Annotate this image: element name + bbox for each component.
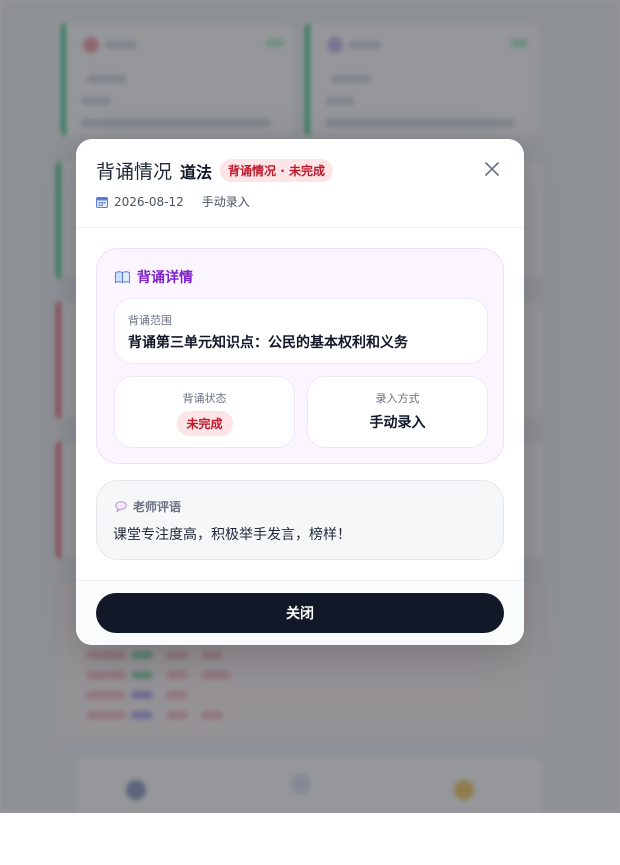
speech-bubble-icon — [115, 501, 127, 512]
recitation-detail-modal: 背诵情况 道法 背诵情况 · 未完成 2026-08-12 手动录入 背诵详情 … — [76, 139, 524, 645]
subject-name: 道法 — [180, 162, 213, 182]
recitation-range-card: 背诵范围 背诵第三单元知识点：公民的基本权利和义务 — [114, 298, 488, 364]
teacher-comment-section: 老师评语 课堂专注度高，积极举手发言，榜样！ — [96, 480, 504, 560]
close-icon — [485, 162, 499, 176]
entry-method-card: 录入方式 手动录入 — [307, 376, 488, 448]
modal-title: 背诵情况 — [96, 161, 173, 183]
status-label: 背诵状态 — [182, 392, 227, 405]
method-label: 录入方式 — [375, 392, 420, 405]
recitation-detail-section: 背诵详情 背诵范围 背诵第三单元知识点：公民的基本权利和义务 背诵状态 未完成 … — [96, 248, 504, 464]
calendar-icon — [96, 196, 108, 208]
meta-row: 2026-08-12 手动录入 — [96, 193, 250, 210]
entry-mode: 手动录入 — [201, 195, 250, 209]
status-badge: 背诵情况 · 未完成 — [220, 159, 333, 182]
method-value: 手动录入 — [369, 415, 426, 431]
comment-title: 老师评语 — [133, 500, 182, 514]
status-value-badge: 未完成 — [176, 411, 233, 436]
close-button[interactable] — [482, 159, 502, 179]
close-modal-button[interactable]: 关闭 — [96, 593, 504, 633]
book-icon — [115, 271, 130, 283]
range-label: 背诵范围 — [128, 314, 172, 327]
range-value: 背诵第三单元知识点：公民的基本权利和义务 — [128, 335, 408, 351]
status-card: 背诵状态 未完成 — [114, 376, 295, 448]
section-title: 背诵详情 — [137, 270, 193, 286]
section-header: 背诵详情 — [115, 267, 193, 287]
record-date: 2026-08-12 — [114, 194, 184, 209]
comment-header: 老师评语 — [115, 498, 181, 515]
title-row: 背诵情况 道法 背诵情况 · 未完成 — [96, 157, 333, 184]
comment-text: 课堂专注度高，积极举手发言，榜样！ — [113, 527, 351, 543]
modal-footer: 关闭 — [76, 580, 524, 645]
modal-header: 背诵情况 道法 背诵情况 · 未完成 2026-08-12 手动录入 — [76, 139, 524, 228]
